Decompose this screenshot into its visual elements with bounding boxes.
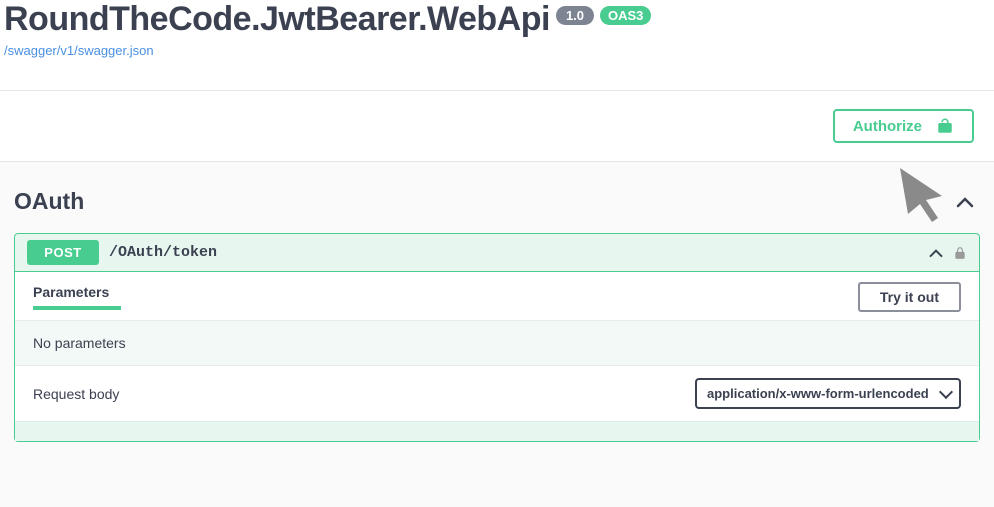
- chevron-up-icon: [956, 196, 974, 208]
- operation-summary[interactable]: POST /OAuth/token: [15, 234, 979, 271]
- content-type-select-wrap: application/x-www-form-urlencoded: [695, 378, 961, 409]
- operation-body: Parameters Try it out No parameters Requ…: [15, 271, 979, 441]
- active-tab-underline: [33, 306, 121, 310]
- version-badge: 1.0: [556, 6, 594, 25]
- http-method-badge: POST: [27, 240, 99, 265]
- api-title: RoundTheCode.JwtBearer.WebApi: [4, 0, 550, 39]
- opblock-footer-band: [15, 421, 979, 441]
- operation-path: /OAuth/token: [109, 244, 919, 261]
- main-content: OAuth POST /OAuth/token Parameters: [0, 162, 994, 442]
- authorize-button[interactable]: Authorize: [833, 109, 974, 143]
- lock-icon[interactable]: [953, 245, 967, 261]
- authorize-label: Authorize: [853, 118, 922, 135]
- try-it-out-button[interactable]: Try it out: [858, 282, 961, 312]
- content-type-select[interactable]: application/x-www-form-urlencoded: [695, 378, 961, 409]
- swagger-json-link[interactable]: /swagger/v1/swagger.json: [4, 43, 154, 58]
- no-parameters-text: No parameters: [15, 320, 979, 366]
- request-body-row: Request body application/x-www-form-urle…: [15, 366, 979, 421]
- api-header: RoundTheCode.JwtBearer.WebApi 1.0 OAS3 /…: [0, 0, 994, 91]
- tag-section-header[interactable]: OAuth: [14, 180, 980, 229]
- parameters-header: Parameters Try it out: [15, 272, 979, 320]
- authorize-row: Authorize: [0, 91, 994, 162]
- operation-block: POST /OAuth/token Parameters Try it out …: [14, 233, 980, 442]
- chevron-up-icon: [929, 248, 943, 258]
- unlock-icon: [936, 117, 954, 135]
- tag-name: OAuth: [14, 188, 84, 215]
- request-body-label: Request body: [33, 386, 119, 402]
- oas-badge: OAS3: [600, 6, 651, 25]
